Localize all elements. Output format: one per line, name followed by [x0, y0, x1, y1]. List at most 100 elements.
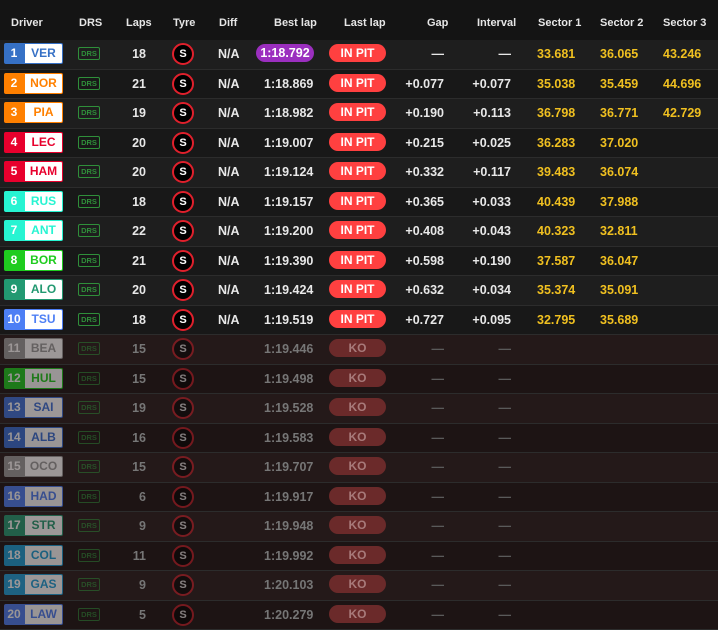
driver-code[interactable]: RUS	[24, 191, 63, 212]
position-number: 5	[4, 161, 24, 182]
laps-count: 20	[118, 136, 146, 150]
gap-value: —	[400, 460, 444, 474]
driver-code[interactable]: ALO	[24, 279, 63, 300]
header-best-lap[interactable]: Best lap	[274, 17, 317, 29]
drs-indicator: DRS	[78, 401, 100, 414]
drs-indicator: DRS	[78, 519, 100, 532]
laps-count: 21	[118, 77, 146, 91]
driver-row[interactable]: 3PIADRS19SN/A1:18.982IN PIT+0.190+0.1133…	[0, 99, 718, 129]
tyre-soft-icon: S	[172, 73, 194, 95]
header-last-lap[interactable]: Last lap	[344, 17, 386, 29]
driver-row[interactable]: 16HADDRS6S1:19.917KO——	[0, 483, 718, 513]
header-gap[interactable]: Gap	[427, 17, 448, 29]
driver-row[interactable]: 15OCODRS15S1:19.707KO——	[0, 453, 718, 483]
sector-1-time: 39.483	[537, 165, 575, 179]
driver-code[interactable]: TSU	[24, 309, 63, 330]
driver-row[interactable]: 20LAWDRS5S1:20.279KO——	[0, 601, 718, 630]
best-lap: 1:19.424	[264, 283, 313, 297]
driver-code[interactable]: OCO	[24, 456, 63, 477]
driver-code[interactable]: SAI	[24, 397, 63, 418]
driver-code[interactable]: STR	[24, 515, 63, 536]
in-pit-badge: IN PIT	[329, 192, 386, 210]
driver-row[interactable]: 17STRDRS9S1:19.948KO——	[0, 512, 718, 542]
driver-code[interactable]: GAS	[24, 574, 63, 595]
driver-code[interactable]: LAW	[24, 604, 63, 625]
interval-value: —	[465, 490, 511, 504]
laps-count: 16	[118, 431, 146, 445]
header-driver[interactable]: Driver	[11, 17, 43, 29]
best-lap: 1:19.446	[264, 342, 313, 356]
drs-indicator: DRS	[78, 608, 100, 621]
tyre-soft-icon: S	[172, 368, 194, 390]
driver-row[interactable]: 12HULDRS15S1:19.498KO——	[0, 365, 718, 395]
driver-code[interactable]: VER	[24, 43, 63, 64]
laps-count: 22	[118, 224, 146, 238]
driver-row[interactable]: 1VERDRS18SN/A1:18.792IN PIT——33.68136.06…	[0, 40, 718, 70]
driver-code[interactable]: COL	[24, 545, 63, 566]
driver-row[interactable]: 18COLDRS11S1:19.992KO——	[0, 542, 718, 572]
drs-indicator: DRS	[78, 490, 100, 503]
driver-code[interactable]: HAM	[24, 161, 63, 182]
driver-row[interactable]: 19GASDRS9S1:20.103KO——	[0, 571, 718, 601]
driver-row[interactable]: 2NORDRS21SN/A1:18.869IN PIT+0.077+0.0773…	[0, 70, 718, 100]
driver-code[interactable]: HAD	[24, 486, 63, 507]
driver-code[interactable]: BOR	[24, 250, 63, 271]
diff-value: N/A	[218, 195, 240, 209]
position-number: 10	[4, 309, 24, 330]
sector-1-time: 32.795	[537, 313, 575, 327]
driver-code[interactable]: BEA	[24, 338, 63, 359]
laps-count: 20	[118, 165, 146, 179]
tyre-soft-icon: S	[172, 309, 194, 331]
laps-count: 9	[118, 578, 146, 592]
driver-code[interactable]: HUL	[24, 368, 63, 389]
header-sector-3[interactable]: Sector 3	[663, 17, 706, 29]
interval-value: +0.043	[465, 224, 511, 238]
knocked-out-badge: KO	[329, 575, 386, 593]
gap-value: —	[400, 608, 444, 622]
interval-value: —	[465, 608, 511, 622]
driver-row[interactable]: 9ALODRS20SN/A1:19.424IN PIT+0.632+0.0343…	[0, 276, 718, 306]
sector-2-time: 36.047	[600, 254, 638, 268]
header-interval[interactable]: Interval	[477, 17, 516, 29]
header-drs[interactable]: DRS	[79, 17, 102, 29]
driver-code[interactable]: LEC	[24, 132, 63, 153]
driver-row[interactable]: 13SAIDRS19S1:19.528KO——	[0, 394, 718, 424]
driver-row[interactable]: 4LECDRS20SN/A1:19.007IN PIT+0.215+0.0253…	[0, 129, 718, 159]
driver-row[interactable]: 14ALBDRS16S1:19.583KO——	[0, 424, 718, 454]
header-tyre[interactable]: Tyre	[173, 17, 195, 29]
best-lap: 1:19.992	[264, 549, 313, 563]
header-sector-2[interactable]: Sector 2	[600, 17, 643, 29]
driver-row[interactable]: 5HAMDRS20SN/A1:19.124IN PIT+0.332+0.1173…	[0, 158, 718, 188]
driver-code[interactable]: NOR	[24, 73, 63, 94]
gap-value: —	[400, 519, 444, 533]
tyre-soft-icon: S	[172, 250, 194, 272]
driver-row[interactable]: 10TSUDRS18SN/A1:19.519IN PIT+0.727+0.095…	[0, 306, 718, 336]
drs-indicator: DRS	[78, 165, 100, 178]
position-number: 15	[4, 456, 24, 477]
header-diff[interactable]: Diff	[219, 17, 237, 29]
driver-row[interactable]: 7ANTDRS22SN/A1:19.200IN PIT+0.408+0.0434…	[0, 217, 718, 247]
driver-row[interactable]: 8BORDRS21SN/A1:19.390IN PIT+0.598+0.1903…	[0, 247, 718, 277]
driver-row[interactable]: 6RUSDRS18SN/A1:19.157IN PIT+0.365+0.0334…	[0, 188, 718, 218]
header-sector-1[interactable]: Sector 1	[538, 17, 581, 29]
driver-code[interactable]: ANT	[24, 220, 63, 241]
knocked-out-badge: KO	[329, 516, 386, 534]
driver-code[interactable]: ALB	[24, 427, 63, 448]
sector-2-time: 32.811	[600, 224, 638, 238]
position-number: 2	[4, 73, 24, 94]
best-lap: 1:19.007	[264, 136, 313, 150]
drs-indicator: DRS	[78, 431, 100, 444]
laps-count: 15	[118, 372, 146, 386]
driver-row[interactable]: 11BEADRS15S1:19.446KO——	[0, 335, 718, 365]
gap-value: —	[400, 342, 444, 356]
interval-value: —	[465, 519, 511, 533]
interval-value: —	[465, 431, 511, 445]
in-pit-badge: IN PIT	[329, 103, 386, 121]
header-laps[interactable]: Laps	[126, 17, 152, 29]
gap-value: —	[400, 549, 444, 563]
position-number: 18	[4, 545, 24, 566]
sector-1-time: 40.323	[537, 224, 575, 238]
laps-count: 18	[118, 47, 146, 61]
diff-value: N/A	[218, 313, 240, 327]
driver-code[interactable]: PIA	[24, 102, 63, 123]
